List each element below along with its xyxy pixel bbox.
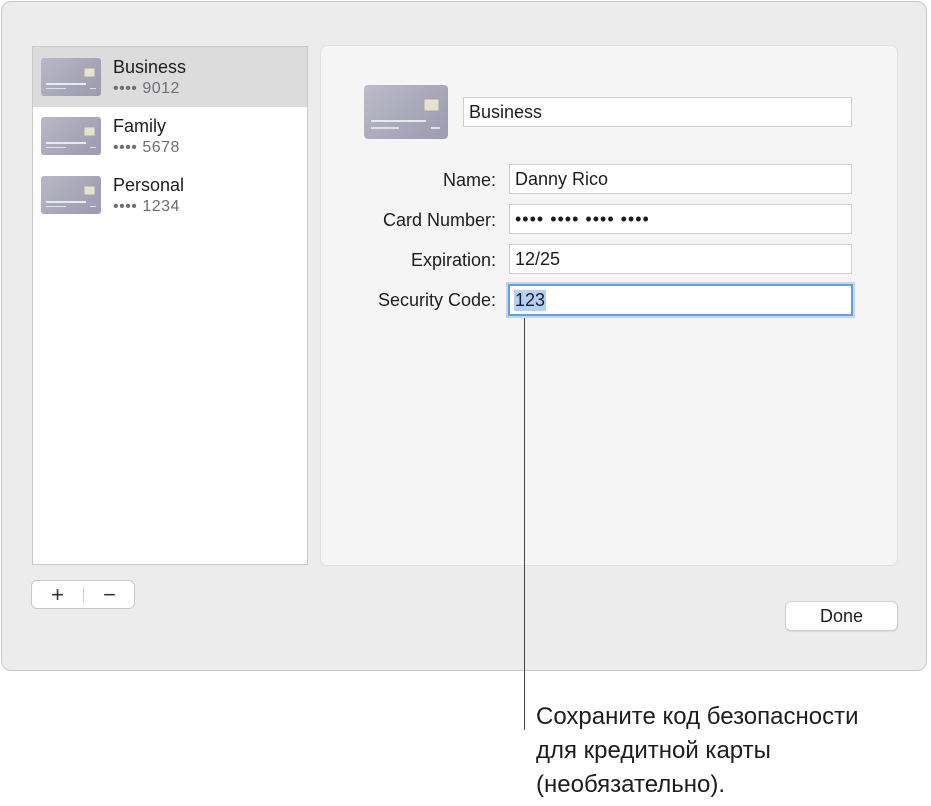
- credit-card-icon: [41, 117, 101, 155]
- callout-line-1: Сохраните код безопасности: [536, 703, 859, 730]
- card-list[interactable]: Business •••• 9012 Family •••• 5678 Pers…: [32, 46, 308, 565]
- card-number-label: Card Number:: [382, 210, 496, 230]
- card-name: Business: [113, 57, 187, 77]
- card-list-item-business[interactable]: Business •••• 9012: [33, 47, 307, 107]
- callout-line: [524, 318, 525, 730]
- card-number-field[interactable]: •••• •••• •••• ••••: [509, 204, 852, 234]
- credit-card-icon: [41, 58, 101, 96]
- add-card-button[interactable]: +: [32, 581, 83, 608]
- security-code-label: Security Code:: [377, 290, 496, 310]
- callout-line-2: для кредитной карты: [536, 737, 771, 764]
- card-list-item-family[interactable]: Family •••• 5678: [33, 107, 307, 167]
- card-digits: •••• 9012: [113, 80, 180, 97]
- add-remove-control: + −: [31, 580, 135, 609]
- expiration-label: Expiration:: [410, 250, 496, 270]
- card-name: Personal: [113, 175, 185, 195]
- name-field[interactable]: Danny Rico: [509, 164, 852, 194]
- remove-card-button[interactable]: −: [84, 581, 135, 608]
- card-list-item-personal[interactable]: Personal •••• 1234: [33, 167, 307, 227]
- card-digits: •••• 5678: [113, 139, 180, 156]
- credit-card-icon: [41, 176, 101, 214]
- credit-card-icon: [364, 85, 448, 139]
- name-label: Name:: [442, 170, 496, 190]
- done-button[interactable]: Done: [785, 601, 898, 631]
- expiration-field[interactable]: 12/25: [509, 244, 852, 274]
- card-description-field[interactable]: Business: [463, 97, 852, 127]
- selected-text: 123: [514, 289, 547, 311]
- card-name: Family: [113, 116, 166, 136]
- callout-line-3: (необязательно).: [536, 771, 726, 798]
- security-code-field[interactable]: 123: [508, 284, 853, 316]
- card-digits: •••• 1234: [113, 198, 180, 215]
- callout-text: Сохраните код безопасности для кредитной…: [536, 700, 931, 802]
